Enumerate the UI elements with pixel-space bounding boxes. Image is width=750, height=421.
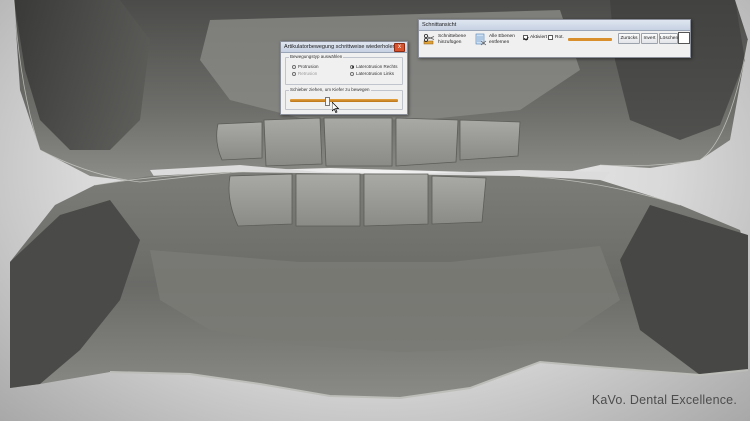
add-section-plane-label-1: Schnittebene	[438, 33, 467, 39]
radio-retrusion-label: Retrusion	[298, 71, 318, 76]
color-swatch[interactable]	[678, 32, 690, 44]
section-view-panel[interactable]: Schnittansicht Schnittebene hinzufügen A…	[418, 19, 691, 58]
articulator-dialog[interactable]: Artikulatorbewegung schrittweise wiederh…	[280, 41, 408, 115]
radio-protrusion-dot	[292, 64, 296, 69]
close-icon: x	[398, 44, 401, 50]
invert-label: Invert	[643, 36, 656, 41]
section-view-title: Schnittansicht	[422, 22, 457, 28]
radio-laterotrusion-links[interactable]: Laterotrusion Links	[350, 71, 394, 76]
rot-checkbox[interactable]: Rot.	[548, 35, 564, 40]
loeschen-label: Löschen	[660, 36, 679, 41]
radio-laterotrusion-rechts-label: Laterotrusion Rechts	[356, 64, 398, 69]
brand-watermark: KaVo. Dental Excellence.	[591, 393, 737, 407]
movement-type-group: Bewegungstyp auswählen Protrusion Retrus…	[285, 54, 403, 85]
articulator-dialog-title: Artikulatorbewegung schrittweise wiederh…	[284, 44, 396, 50]
aktiviert-checkbox-box	[523, 35, 528, 40]
radio-laterotrusion-rechts-dot	[350, 64, 354, 69]
radio-retrusion[interactable]: Retrusion	[292, 71, 317, 76]
zuruecks-label: Zurücks	[620, 36, 638, 41]
radio-laterotrusion-rechts[interactable]: Laterotrusion Rechts	[350, 64, 398, 69]
section-slider-track[interactable]	[568, 38, 612, 41]
jaw-slider-track[interactable]	[290, 99, 398, 102]
add-section-plane-button[interactable]: Schnittebene hinzufügen	[423, 33, 466, 46]
jaw-slider-thumb[interactable]	[324, 97, 330, 106]
radio-retrusion-dot	[292, 71, 296, 76]
loeschen-button[interactable]: Löschen	[659, 33, 678, 44]
remove-planes-icon	[474, 33, 487, 46]
zuruecks-button[interactable]: Zurücks	[618, 33, 640, 44]
rot-checkbox-box	[548, 35, 553, 40]
aktiviert-checkbox[interactable]: Aktiviert	[523, 35, 547, 40]
radio-laterotrusion-links-label: Laterotrusion Links	[356, 71, 395, 76]
radio-protrusion[interactable]: Protrusion	[292, 64, 319, 69]
mouse-cursor-icon	[332, 102, 340, 113]
remove-all-planes-button[interactable]: Alle Ebenen entfernen	[474, 33, 515, 46]
movement-type-label: Bewegungstyp auswählen	[289, 54, 344, 59]
radio-laterotrusion-links-dot	[350, 71, 354, 76]
aktiviert-label: Aktiviert	[530, 35, 548, 40]
jaw-slider-label: Schieber ziehen, um Kiefer zu bewegen	[289, 87, 371, 92]
jaw-slider-group: Schieber ziehen, um Kiefer zu bewegen	[285, 87, 403, 110]
rot-label: Rot.	[555, 35, 564, 40]
section-view-titlebar[interactable]: Schnittansicht	[419, 20, 690, 31]
scissors-plane-icon	[423, 33, 436, 46]
radio-protrusion-label: Protrusion	[298, 64, 319, 69]
viewport-3d[interactable]: Artikulatorbewegung schrittweise wiederh…	[0, 0, 750, 421]
remove-all-planes-label-1: Alle Ebenen	[489, 33, 515, 39]
articulator-dialog-titlebar[interactable]: Artikulatorbewegung schrittweise wiederh…	[281, 42, 407, 53]
add-section-plane-label-2: hinzufügen	[438, 39, 462, 45]
remove-all-planes-label-2: entfernen	[489, 39, 510, 45]
invert-button[interactable]: Invert	[641, 33, 658, 44]
close-button[interactable]: x	[394, 43, 405, 52]
